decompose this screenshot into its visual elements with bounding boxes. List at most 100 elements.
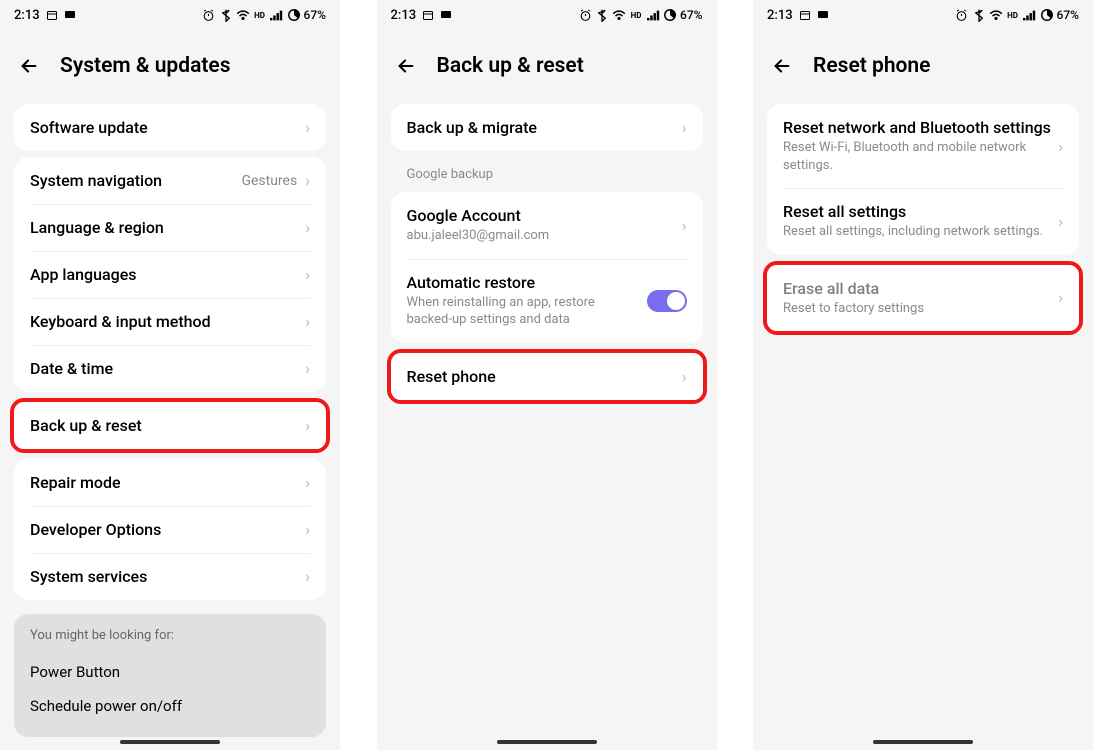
bluetooth-icon bbox=[219, 9, 233, 22]
card-icon bbox=[64, 10, 76, 20]
row-repair-mode[interactable]: Repair mode › bbox=[14, 459, 326, 506]
label: Google Account bbox=[407, 206, 682, 225]
battery-icon bbox=[663, 8, 677, 22]
row-google-account[interactable]: Google Account abu.jaleel30@gmail.com › bbox=[391, 192, 703, 259]
row-software-update[interactable]: Software update › bbox=[14, 104, 326, 151]
chevron-right-icon: › bbox=[1058, 212, 1063, 231]
suggestions-hint: You might be looking for: bbox=[30, 628, 310, 643]
chevron-right-icon: › bbox=[1058, 137, 1063, 156]
sub: abu.jaleel30@gmail.com bbox=[407, 227, 682, 245]
status-bar: 2:13 HD 67% bbox=[753, 0, 1093, 30]
row-erase-all-data[interactable]: Erase all data Reset to factory settings… bbox=[767, 265, 1079, 332]
row-keyboard-input[interactable]: Keyboard & input method › bbox=[14, 298, 326, 345]
header: Back up & reset bbox=[377, 30, 717, 98]
chevron-right-icon: › bbox=[305, 265, 310, 284]
back-icon[interactable] bbox=[395, 55, 417, 77]
label: Automatic restore bbox=[407, 273, 637, 292]
row-system-services[interactable]: System services › bbox=[14, 553, 326, 600]
label: Repair mode bbox=[30, 473, 305, 492]
suggestion-schedule-power[interactable]: Schedule power on/off bbox=[30, 689, 310, 723]
label: System navigation bbox=[30, 171, 241, 190]
label: System services bbox=[30, 567, 305, 586]
calendar-icon bbox=[46, 9, 58, 21]
sub: Reset to factory settings bbox=[783, 300, 1058, 318]
highlight-reset-phone: Reset phone › bbox=[387, 349, 707, 404]
status-bar: 2:13 HD 67% bbox=[0, 0, 340, 30]
home-indicator[interactable] bbox=[497, 740, 597, 744]
sub: Reset all settings, including network se… bbox=[783, 223, 1058, 241]
page-title: System & updates bbox=[60, 54, 231, 78]
bluetooth-icon bbox=[595, 9, 609, 22]
card-tools-group: Repair mode › Developer Options › System… bbox=[14, 459, 326, 600]
calendar-icon bbox=[422, 9, 434, 21]
label: Back up & reset bbox=[30, 416, 305, 435]
sub: Reset Wi-Fi, Bluetooth and mobile networ… bbox=[783, 139, 1058, 174]
chevron-right-icon: › bbox=[305, 520, 310, 539]
bluetooth-icon bbox=[972, 9, 986, 22]
battery-pct: 67% bbox=[680, 8, 702, 22]
card-google-backup: Google Account abu.jaleel30@gmail.com › … bbox=[391, 192, 703, 343]
chevron-right-icon: › bbox=[682, 216, 687, 235]
volte-icon: HD bbox=[1006, 11, 1020, 20]
wifi-icon bbox=[236, 10, 250, 21]
label: Reset phone bbox=[407, 367, 682, 386]
back-icon[interactable] bbox=[18, 55, 40, 77]
status-time: 2:13 bbox=[14, 8, 40, 23]
label: Date & time bbox=[30, 359, 305, 378]
volte-icon: HD bbox=[253, 11, 267, 20]
label: Reset all settings bbox=[783, 202, 1058, 221]
screen-reset-phone: 2:13 HD 67% Reset phone Reset network an… bbox=[753, 0, 1093, 750]
battery-icon bbox=[287, 8, 301, 22]
row-backup-migrate[interactable]: Back up & migrate › bbox=[391, 104, 703, 151]
row-reset-network[interactable]: Reset network and Bluetooth settings Res… bbox=[767, 104, 1079, 188]
signal-icon bbox=[1023, 10, 1037, 21]
card-reset-group: Reset network and Bluetooth settings Res… bbox=[767, 104, 1079, 255]
row-date-time[interactable]: Date & time › bbox=[14, 345, 326, 392]
label: Software update bbox=[30, 118, 305, 137]
row-reset-all[interactable]: Reset all settings Reset all settings, i… bbox=[767, 188, 1079, 255]
battery-pct: 67% bbox=[304, 8, 326, 22]
label: Reset network and Bluetooth settings bbox=[783, 118, 1058, 137]
chevron-right-icon: › bbox=[682, 118, 687, 137]
chevron-right-icon: › bbox=[305, 312, 310, 331]
label: App languages bbox=[30, 265, 305, 284]
back-icon[interactable] bbox=[771, 55, 793, 77]
header: System & updates bbox=[0, 30, 340, 98]
chevron-right-icon: › bbox=[682, 367, 687, 386]
value: Gestures bbox=[241, 173, 297, 189]
label: Erase all data bbox=[783, 279, 1058, 298]
calendar-icon bbox=[799, 9, 811, 21]
highlight-backup-reset: Back up & reset › bbox=[10, 398, 330, 453]
screen-backup-reset: 2:13 HD 67% Back up & reset Back up & mi… bbox=[377, 0, 717, 750]
label: Developer Options bbox=[30, 520, 305, 539]
row-automatic-restore[interactable]: Automatic restore When reinstalling an a… bbox=[391, 259, 703, 343]
chevron-right-icon: › bbox=[305, 218, 310, 237]
label: Back up & migrate bbox=[407, 118, 682, 137]
alarm-icon bbox=[202, 9, 216, 22]
label: Keyboard & input method bbox=[30, 312, 305, 331]
highlight-erase-all: Erase all data Reset to factory settings… bbox=[763, 261, 1083, 336]
home-indicator[interactable] bbox=[120, 740, 220, 744]
row-app-languages[interactable]: App languages › bbox=[14, 251, 326, 298]
toggle-automatic-restore[interactable] bbox=[647, 290, 687, 312]
row-backup-reset[interactable]: Back up & reset › bbox=[14, 402, 326, 449]
chevron-right-icon: › bbox=[305, 118, 310, 137]
section-google-backup: Google backup bbox=[377, 157, 717, 186]
status-bar: 2:13 HD 67% bbox=[377, 0, 717, 30]
row-developer-options[interactable]: Developer Options › bbox=[14, 506, 326, 553]
row-reset-phone[interactable]: Reset phone › bbox=[391, 353, 703, 400]
header: Reset phone bbox=[753, 30, 1093, 98]
card-backup-migrate: Back up & migrate › bbox=[391, 104, 703, 151]
card-icon bbox=[440, 10, 452, 20]
card-software-update: Software update › bbox=[14, 104, 326, 151]
suggestions-card: You might be looking for: Power Button S… bbox=[14, 614, 326, 737]
label: Language & region bbox=[30, 218, 305, 237]
row-language-region[interactable]: Language & region › bbox=[14, 204, 326, 251]
sub: When reinstalling an app, restore backed… bbox=[407, 294, 637, 329]
home-indicator[interactable] bbox=[873, 740, 973, 744]
battery-icon bbox=[1040, 8, 1054, 22]
status-time: 2:13 bbox=[391, 8, 417, 23]
alarm-icon bbox=[955, 9, 969, 22]
row-system-navigation[interactable]: System navigation Gestures › bbox=[14, 157, 326, 204]
suggestion-power-button[interactable]: Power Button bbox=[30, 655, 310, 689]
